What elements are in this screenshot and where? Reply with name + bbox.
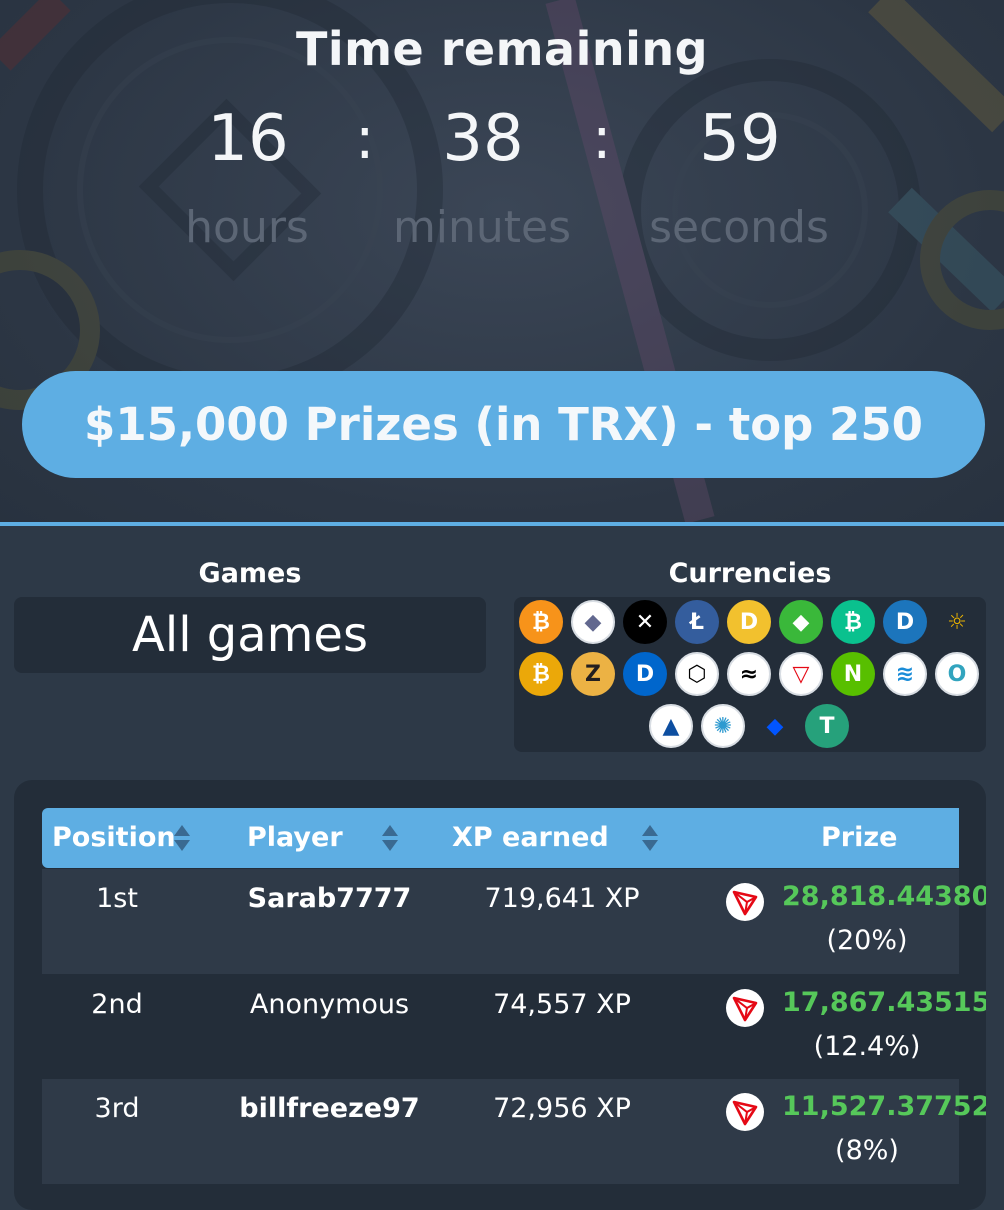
bitcoin-sv-icon[interactable]: ☼ [935,600,979,644]
table-row: 1st Sarab7777 719,641 XP 28,818.44380 (20%) [42,869,986,974]
column-player[interactable]: Player [247,808,343,868]
waves-icon[interactable]: ◆ [753,704,797,748]
ripple-icon[interactable]: ✕ [623,600,667,644]
countdown-hours: 16 [207,102,289,176]
sort-icon[interactable] [381,823,399,853]
neo-icon[interactable]: N [831,652,875,696]
binance-icon[interactable]: ≋ [883,652,927,696]
column-position[interactable]: Position [52,808,176,868]
position-cell: 3rd [94,1093,140,1124]
minutes-label: minutes [392,202,572,253]
tether-icon[interactable]: T [805,704,849,748]
countdown-hero: Time remaining 16 : 38 : 59 hours minute… [0,0,1004,524]
player-name: Anonymous [249,989,410,1020]
sort-icon[interactable] [173,823,191,853]
xp-cell: 72,956 XP [493,1093,631,1124]
seconds-label: seconds [649,202,829,253]
column-prize: Prize [821,822,898,853]
prize-amount: 28,818.44380 [782,881,986,912]
stellar-icon[interactable]: ≈ [727,652,771,696]
table-header: Position Player XP earned Prize [42,808,959,868]
games-dropdown[interactable]: All games [14,597,486,673]
countdown-title: Time remaining [295,22,709,76]
currency-filter-panel: ₿ ◆ ✕ Ł D ◆ ₿ D ☼ ₿ Z D ⬡ ≈ ▽ N ≋ O ▲ ✺ ◆ T [514,597,986,752]
ontology-icon[interactable]: O [935,652,979,696]
ethereum-icon[interactable]: ◆ [571,600,615,644]
bitcoin-gold-icon[interactable]: ₿ [519,652,563,696]
games-label: Games [198,558,302,589]
hours-label: hours [185,202,309,253]
player-name: billfreeze97 [239,1093,420,1124]
prize-percent: (8%) [835,1135,899,1166]
tron-icon [726,989,764,1027]
position-cell: 1st [96,883,138,914]
countdown-separator: : [592,104,612,172]
dash-icon[interactable]: D [883,600,927,644]
xp-cell: 74,557 XP [493,989,631,1020]
tron-icon [726,1093,764,1131]
lisk-icon[interactable]: ▲ [649,704,693,748]
eos-icon[interactable]: ⬡ [675,652,719,696]
tron-icon [726,883,764,921]
player-name: Sarab7777 [247,883,412,914]
bitcoin-cash-icon[interactable]: ₿ [831,600,875,644]
table-row: 3rd billfreeze97 72,956 XP 11,527.37752 (8%) [42,1079,986,1184]
digibyte-icon[interactable]: D [623,652,667,696]
tron-icon[interactable]: ▽ [779,652,823,696]
currencies-label: Currencies [668,558,832,589]
xp-cell: 719,641 XP [484,883,640,914]
position-cell: 2nd [91,989,143,1020]
bitcoin-icon[interactable]: ₿ [519,600,563,644]
section-divider [0,522,1004,526]
prize-amount: 11,527.37752 [782,1091,986,1122]
countdown-seconds: 59 [699,102,781,176]
ethereum-classic-icon[interactable]: ◆ [779,600,823,644]
leaderboard-table: Position Player XP earned Prize 1st Sarab… [14,780,986,1210]
countdown-minutes: 38 [442,102,524,176]
dogecoin-icon[interactable]: D [727,600,771,644]
prize-percent: (12.4%) [813,1031,921,1062]
prize-percent: (20%) [826,925,908,956]
column-xp-earned[interactable]: XP earned [452,808,609,868]
table-row: 2nd Anonymous 74,557 XP 17,867.43515 (12.4%) [42,975,986,1080]
prize-pool-banner[interactable]: $15,000 Prizes (in TRX) - top 250 [22,371,985,478]
countdown-separator: : [355,104,375,172]
litecoin-icon[interactable]: Ł [675,600,719,644]
zcash-icon[interactable]: Z [571,652,615,696]
prize-amount: 17,867.43515 [782,987,986,1018]
qtum-icon[interactable]: ✺ [701,704,745,748]
sort-icon[interactable] [641,823,659,853]
